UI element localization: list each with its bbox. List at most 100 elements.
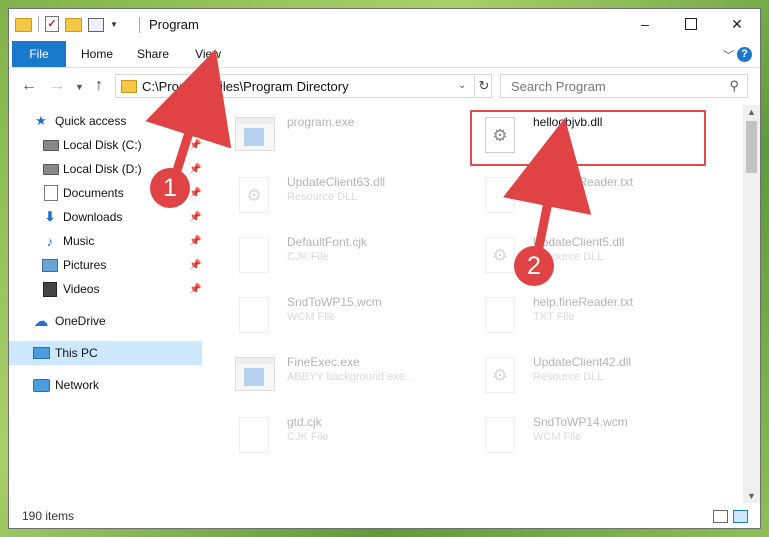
file-type: Resource DLL [287, 191, 358, 203]
customize-icon[interactable] [88, 17, 104, 32]
nav-item-music[interactable]: ♪ Music 📌 [9, 229, 202, 253]
nav-item-videos[interactable]: Videos 📌 [9, 277, 202, 301]
file-name: gtd.cjk [287, 415, 322, 429]
tab-home[interactable]: Home [75, 41, 119, 67]
drive-icon [43, 163, 59, 175]
address-dropdown-icon[interactable]: ⌄ [458, 80, 466, 91]
onedrive-icon: ☁ [33, 313, 49, 330]
scroll-up-icon[interactable]: ▲ [747, 107, 756, 117]
refresh-icon[interactable]: ↻ [474, 75, 493, 97]
scrollbar-thumb[interactable] [746, 121, 757, 173]
file-item[interactable]: help.fineReader.txt TXT File [463, 289, 693, 343]
pin-icon[interactable]: 📌 [189, 140, 201, 151]
pin-icon[interactable]: 📌 [189, 260, 201, 271]
pin-icon[interactable]: 📌 [189, 236, 201, 247]
up-arrow-icon[interactable]: ↑ [95, 77, 103, 95]
forward-arrow-icon[interactable]: → [49, 77, 65, 95]
minimize-button[interactable]: – [622, 9, 668, 39]
text-file-icon [485, 297, 515, 333]
window-title: Program [149, 17, 199, 32]
highlight-box [470, 110, 706, 166]
pin-icon[interactable]: 📌 [189, 212, 201, 223]
file-type: TXT File [533, 311, 575, 323]
file-type: Resource DLL [533, 371, 604, 383]
maximize-button[interactable] [668, 9, 714, 39]
nav-item-quick-access[interactable]: ★ Quick access [9, 109, 202, 133]
file-name: DefaultFont.cjk [287, 235, 368, 249]
text-file-icon [485, 177, 515, 213]
file-name: UpdateClient63.dll [287, 175, 386, 189]
file-item[interactable]: ⚙ UpdateClient5.dll Resource DLL [463, 229, 693, 283]
step-2-badge: 2 [514, 246, 554, 286]
star-icon: ★ [35, 113, 47, 128]
navigation-pane: ★ Quick access Local Disk (C:) 📌 Local D… [9, 105, 205, 499]
file-type: CJK File [287, 251, 329, 263]
file-name: FineExec.exe [287, 355, 360, 369]
file-icon [239, 417, 269, 453]
nav-item-network[interactable]: Network [9, 373, 202, 397]
nav-item-onedrive[interactable]: ☁ OneDrive [9, 309, 202, 333]
nav-item-local-disk-c[interactable]: Local Disk (C:) 📌 [9, 133, 202, 157]
this-pc-icon [33, 347, 50, 359]
file-item[interactable]: ⚙ UpdateClient63.dll Resource DLL [217, 169, 447, 223]
file-item[interactable]: SndToWP14.wcm WCM File [463, 409, 693, 463]
nav-item-label: Network [55, 378, 100, 392]
pictures-icon [42, 258, 58, 272]
scroll-down-icon[interactable]: ▼ [747, 491, 756, 501]
vertical-scrollbar[interactable]: ▲ ▼ [743, 105, 760, 503]
expand-ribbon-icon[interactable]: ﹀ [723, 47, 734, 63]
qat-dropdown-icon[interactable]: ▼ [110, 20, 118, 29]
download-icon: ⬇ [44, 209, 56, 224]
dll-gear-icon: ⚙ [485, 357, 515, 393]
close-button[interactable]: ✕ [714, 9, 760, 39]
file-type: CJK File [287, 431, 329, 443]
file-name: SndToWP14.wcm [533, 415, 628, 429]
nav-item-label: Local Disk (D:) [63, 162, 142, 176]
details-view-icon[interactable] [713, 510, 728, 523]
pin-icon[interactable]: 📌 [189, 188, 201, 199]
item-count: 190 items [22, 509, 75, 523]
file-type: WCM File [533, 431, 582, 443]
nav-item-downloads[interactable]: ⬇ Downloads 📌 [9, 205, 202, 229]
title-separator [139, 17, 140, 33]
file-item[interactable]: program.exe [217, 109, 447, 163]
search-icon[interactable]: ⚲ [729, 78, 739, 94]
search-input[interactable]: Search Program ⚲ [500, 74, 748, 98]
pin-icon[interactable]: 📌 [189, 164, 201, 175]
exe-icon [235, 357, 275, 391]
tab-view[interactable]: View [189, 41, 227, 67]
tab-share[interactable]: Share [133, 41, 173, 67]
nav-item-label: OneDrive [55, 314, 106, 328]
quick-access-toolbar: ✓ ▼ [15, 16, 118, 32]
nav-item-label: Music [63, 234, 95, 248]
file-item[interactable]: SndToWP15.wcm WCM File [217, 289, 447, 343]
status-bar: 190 items [9, 506, 760, 528]
nav-item-pictures[interactable]: Pictures 📌 [9, 253, 202, 277]
file-item[interactable]: DefaultFont.cjk CJK File [217, 229, 447, 283]
music-icon: ♪ [46, 233, 54, 249]
back-arrow-icon[interactable]: ← [21, 77, 37, 95]
tiles-view-icon[interactable] [733, 510, 748, 523]
pin-icon[interactable]: 📌 [189, 284, 201, 295]
file-item[interactable]: FineExec.exe ABBYY background exe... [217, 349, 447, 403]
recent-locations-icon[interactable]: ▼ [75, 82, 84, 92]
tab-file[interactable]: File [12, 41, 66, 67]
file-icon [239, 297, 269, 333]
documents-icon [44, 185, 58, 201]
nav-item-label: Local Disk (C:) [63, 138, 142, 152]
help-icon[interactable]: ? [737, 47, 752, 62]
step-1-badge: 1 [150, 168, 190, 208]
address-row: ← → ▼ ↑ C:\Program Files\Program Directo… [9, 69, 760, 103]
new-folder-icon[interactable] [65, 18, 82, 32]
file-name: UpdateClient42.dll [533, 355, 632, 369]
file-item[interactable]: ⚙ UpdateClient42.dll Resource DLL [463, 349, 693, 403]
nav-item-this-pc[interactable]: This PC [9, 341, 202, 365]
dll-gear-icon: ⚙ [239, 177, 269, 213]
file-icon [239, 237, 269, 273]
file-item[interactable]: help.fineReader.txt TXT File [463, 169, 693, 223]
nav-item-label: Videos [63, 282, 100, 296]
file-item[interactable]: gtd.cjk CJK File [217, 409, 447, 463]
address-path[interactable]: C:\Program Files\Program Directory [142, 79, 349, 94]
address-bar[interactable]: C:\Program Files\Program Directory ⌄ ↻ [115, 74, 492, 98]
properties-check-icon[interactable]: ✓ [45, 16, 59, 32]
